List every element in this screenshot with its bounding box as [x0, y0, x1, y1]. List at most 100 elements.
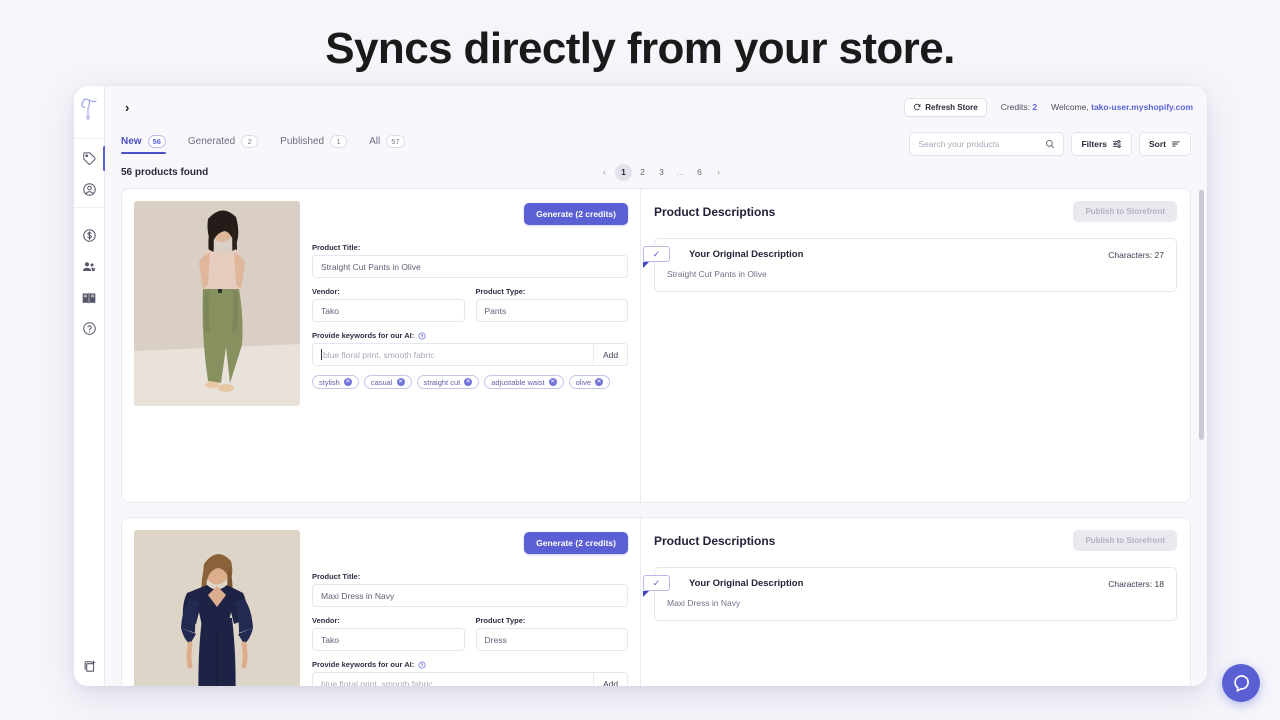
description-option-label: Your Original Description	[689, 578, 804, 589]
pagination: ‹ 1 2 3 … 6 ›	[596, 163, 727, 181]
tab-published-count: 1	[330, 134, 348, 148]
pagination-prev[interactable]: ‹	[596, 164, 613, 181]
results-count: 56 products found	[121, 166, 209, 178]
keywords-input[interactable]: blue floral print, smooth fabric	[313, 344, 593, 365]
product-type-field: Product Type: Pants	[475, 287, 628, 331]
sidebar-item-account[interactable]	[74, 174, 105, 205]
filters-button[interactable]: Filters	[1071, 132, 1132, 156]
pagination-page-1[interactable]: 1	[615, 163, 632, 181]
description-option-header: Your Original Description Characters: 27	[667, 249, 1164, 260]
tab-generated-count: 2	[241, 134, 259, 148]
vendor-input[interactable]: Tako	[312, 628, 465, 651]
product-editor: Generate (2 credits) Product Title: Maxi…	[122, 518, 641, 686]
sidebar-item-help[interactable]	[74, 313, 105, 344]
remove-tag-icon[interactable]: ✕	[595, 378, 604, 386]
sidebar-item-billing[interactable]	[74, 220, 105, 251]
description-option-label: Your Original Description	[689, 249, 804, 260]
sort-button[interactable]: Sort	[1139, 132, 1191, 156]
product-type-input[interactable]: Dress	[475, 628, 628, 651]
product-type-field: Product Type: Dress	[475, 616, 628, 660]
sidebar-item-new-item[interactable]	[74, 659, 105, 674]
sidebar-item-products[interactable]	[74, 143, 106, 174]
refresh-store-button[interactable]: Refresh Store	[904, 97, 987, 117]
vertical-scrollbar[interactable]	[1199, 190, 1204, 440]
tab-published-label: Published	[280, 135, 325, 147]
pagination-page-2[interactable]: 2	[634, 164, 651, 181]
sort-label: Sort	[1149, 139, 1166, 149]
store-domain-link[interactable]: tako-user.myshopify.com	[1091, 102, 1193, 112]
sidebar-item-affiliates[interactable]	[74, 251, 105, 282]
search-and-filters: Filters Sort	[909, 132, 1191, 156]
keywords-input[interactable]: blue floral print, smooth fabric	[313, 673, 593, 687]
expand-sidebar-button[interactable]: ›	[119, 99, 135, 116]
search-icon	[1045, 139, 1055, 149]
remove-tag-icon[interactable]: ✕	[548, 378, 557, 386]
welcome-label: Welcome,	[1051, 102, 1089, 112]
keyword-tag-label: adjustable waist	[491, 377, 545, 387]
add-keyword-button[interactable]: Add	[593, 344, 627, 365]
keywords-label: Provide keywords for our AI:	[312, 331, 415, 340]
product-descriptions-panel: Product Descriptions Publish to Storefro…	[641, 189, 1190, 502]
pagination-ellipsis: …	[676, 167, 685, 177]
remove-tag-icon[interactable]: ✕	[343, 378, 352, 386]
product-title-label: Product Title:	[312, 243, 361, 252]
publish-to-storefront-button[interactable]: Publish to Storefront	[1073, 201, 1177, 222]
keyword-tag[interactable]: stylish ✕	[312, 375, 359, 389]
keyword-tag[interactable]: adjustable waist ✕	[484, 375, 564, 389]
product-type-label: Product Type:	[475, 616, 526, 625]
remove-tag-icon[interactable]: ✕	[464, 378, 473, 386]
rail-divider	[74, 138, 104, 139]
selected-check-icon[interactable]: ✓	[643, 246, 670, 262]
keywords-input-row[interactable]: blue floral print, smooth fabric Add	[312, 343, 628, 366]
search-input[interactable]	[918, 139, 1041, 149]
character-count: Characters: 27	[1108, 249, 1164, 260]
topbar-actions: Refresh Store Credits: 2 Welcome, tako-u…	[904, 97, 1193, 117]
generate-button[interactable]: Generate (2 credits)	[524, 203, 628, 225]
description-option[interactable]: ✓ Your Original Description Characters: …	[643, 567, 1177, 621]
search-box[interactable]	[909, 132, 1065, 156]
product-type-input[interactable]: Pants	[475, 299, 628, 322]
vendor-input[interactable]: Tako	[312, 299, 465, 322]
add-keyword-button[interactable]: Add	[593, 673, 627, 686]
tab-published[interactable]: Published 1	[280, 134, 348, 154]
app-window: › Refresh Store Credits: 2 Welcome, tako…	[74, 86, 1207, 686]
descriptions-header: Product Descriptions Publish to Storefro…	[654, 201, 1177, 222]
product-image	[134, 201, 300, 406]
description-option[interactable]: ✓ Your Original Description Characters: …	[643, 238, 1177, 292]
chat-bubble-icon	[1231, 673, 1251, 693]
vendor-field: Vendor: Tako	[312, 287, 465, 331]
tab-new-label: New	[121, 135, 142, 147]
product-card: Generate (2 credits) Product Title: Stra…	[121, 188, 1191, 503]
vendor-type-row: Vendor: Tako Product Type: Pants	[312, 287, 628, 331]
remove-tag-icon[interactable]: ✕	[396, 378, 405, 386]
generate-row: Generate (2 credits)	[312, 203, 628, 225]
tako-octopus-logo[interactable]	[78, 96, 100, 122]
sidebar-item-docs[interactable]	[74, 282, 105, 313]
keyword-tag-label: stylish	[319, 377, 340, 387]
generate-button[interactable]: Generate (2 credits)	[524, 532, 628, 554]
pagination-page-3[interactable]: 3	[653, 164, 670, 181]
help-circle-icon[interactable]	[418, 332, 426, 340]
tab-new[interactable]: New 56	[121, 134, 166, 154]
character-count: Characters: 18	[1108, 578, 1164, 589]
pagination-page-6[interactable]: 6	[691, 164, 708, 181]
text-caret	[321, 349, 322, 360]
credits-label: Credits:	[1000, 102, 1030, 112]
page-headline: Syncs directly from your store.	[325, 24, 955, 73]
keywords-input-row[interactable]: blue floral print, smooth fabric Add	[312, 672, 628, 686]
product-title-input[interactable]: Straight Cut Pants in Olive	[312, 255, 628, 278]
pagination-next[interactable]: ›	[710, 164, 727, 181]
keyword-tag[interactable]: casual ✕	[363, 375, 412, 389]
keyword-tag[interactable]: straight cut ✕	[416, 375, 480, 389]
chat-widget-button[interactable]	[1222, 664, 1260, 702]
keyword-tag[interactable]: olive ✕	[568, 375, 611, 389]
descriptions-title: Product Descriptions	[654, 204, 776, 219]
vendor-label: Vendor:	[312, 616, 340, 625]
selected-check-icon[interactable]: ✓	[643, 575, 670, 591]
filters-icon	[1112, 139, 1122, 149]
product-title-input[interactable]: Maxi Dress in Navy	[312, 584, 628, 607]
help-circle-icon[interactable]	[418, 661, 426, 669]
publish-to-storefront-button[interactable]: Publish to Storefront	[1073, 530, 1177, 551]
tab-all[interactable]: All 57	[369, 134, 405, 154]
tab-generated[interactable]: Generated 2	[188, 134, 259, 154]
